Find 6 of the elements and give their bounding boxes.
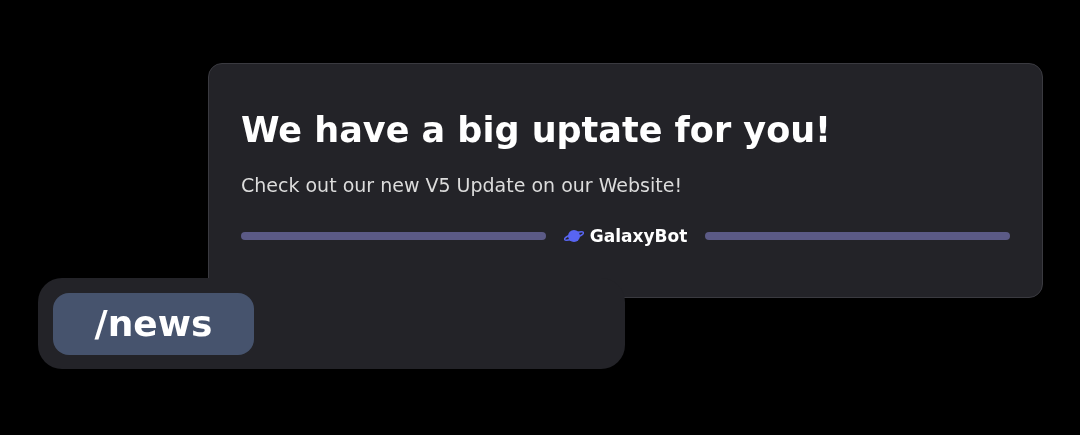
message-input-field[interactable]: /news: [38, 278, 625, 369]
embed-title: We have a big uptate for you!: [241, 109, 833, 152]
planet-icon: [563, 228, 584, 244]
embed-description: Check out our new V5 Update on our Website!: [241, 173, 684, 198]
command-chip[interactable]: /news: [53, 292, 254, 355]
bot-name: GalaxyBot: [589, 226, 688, 246]
